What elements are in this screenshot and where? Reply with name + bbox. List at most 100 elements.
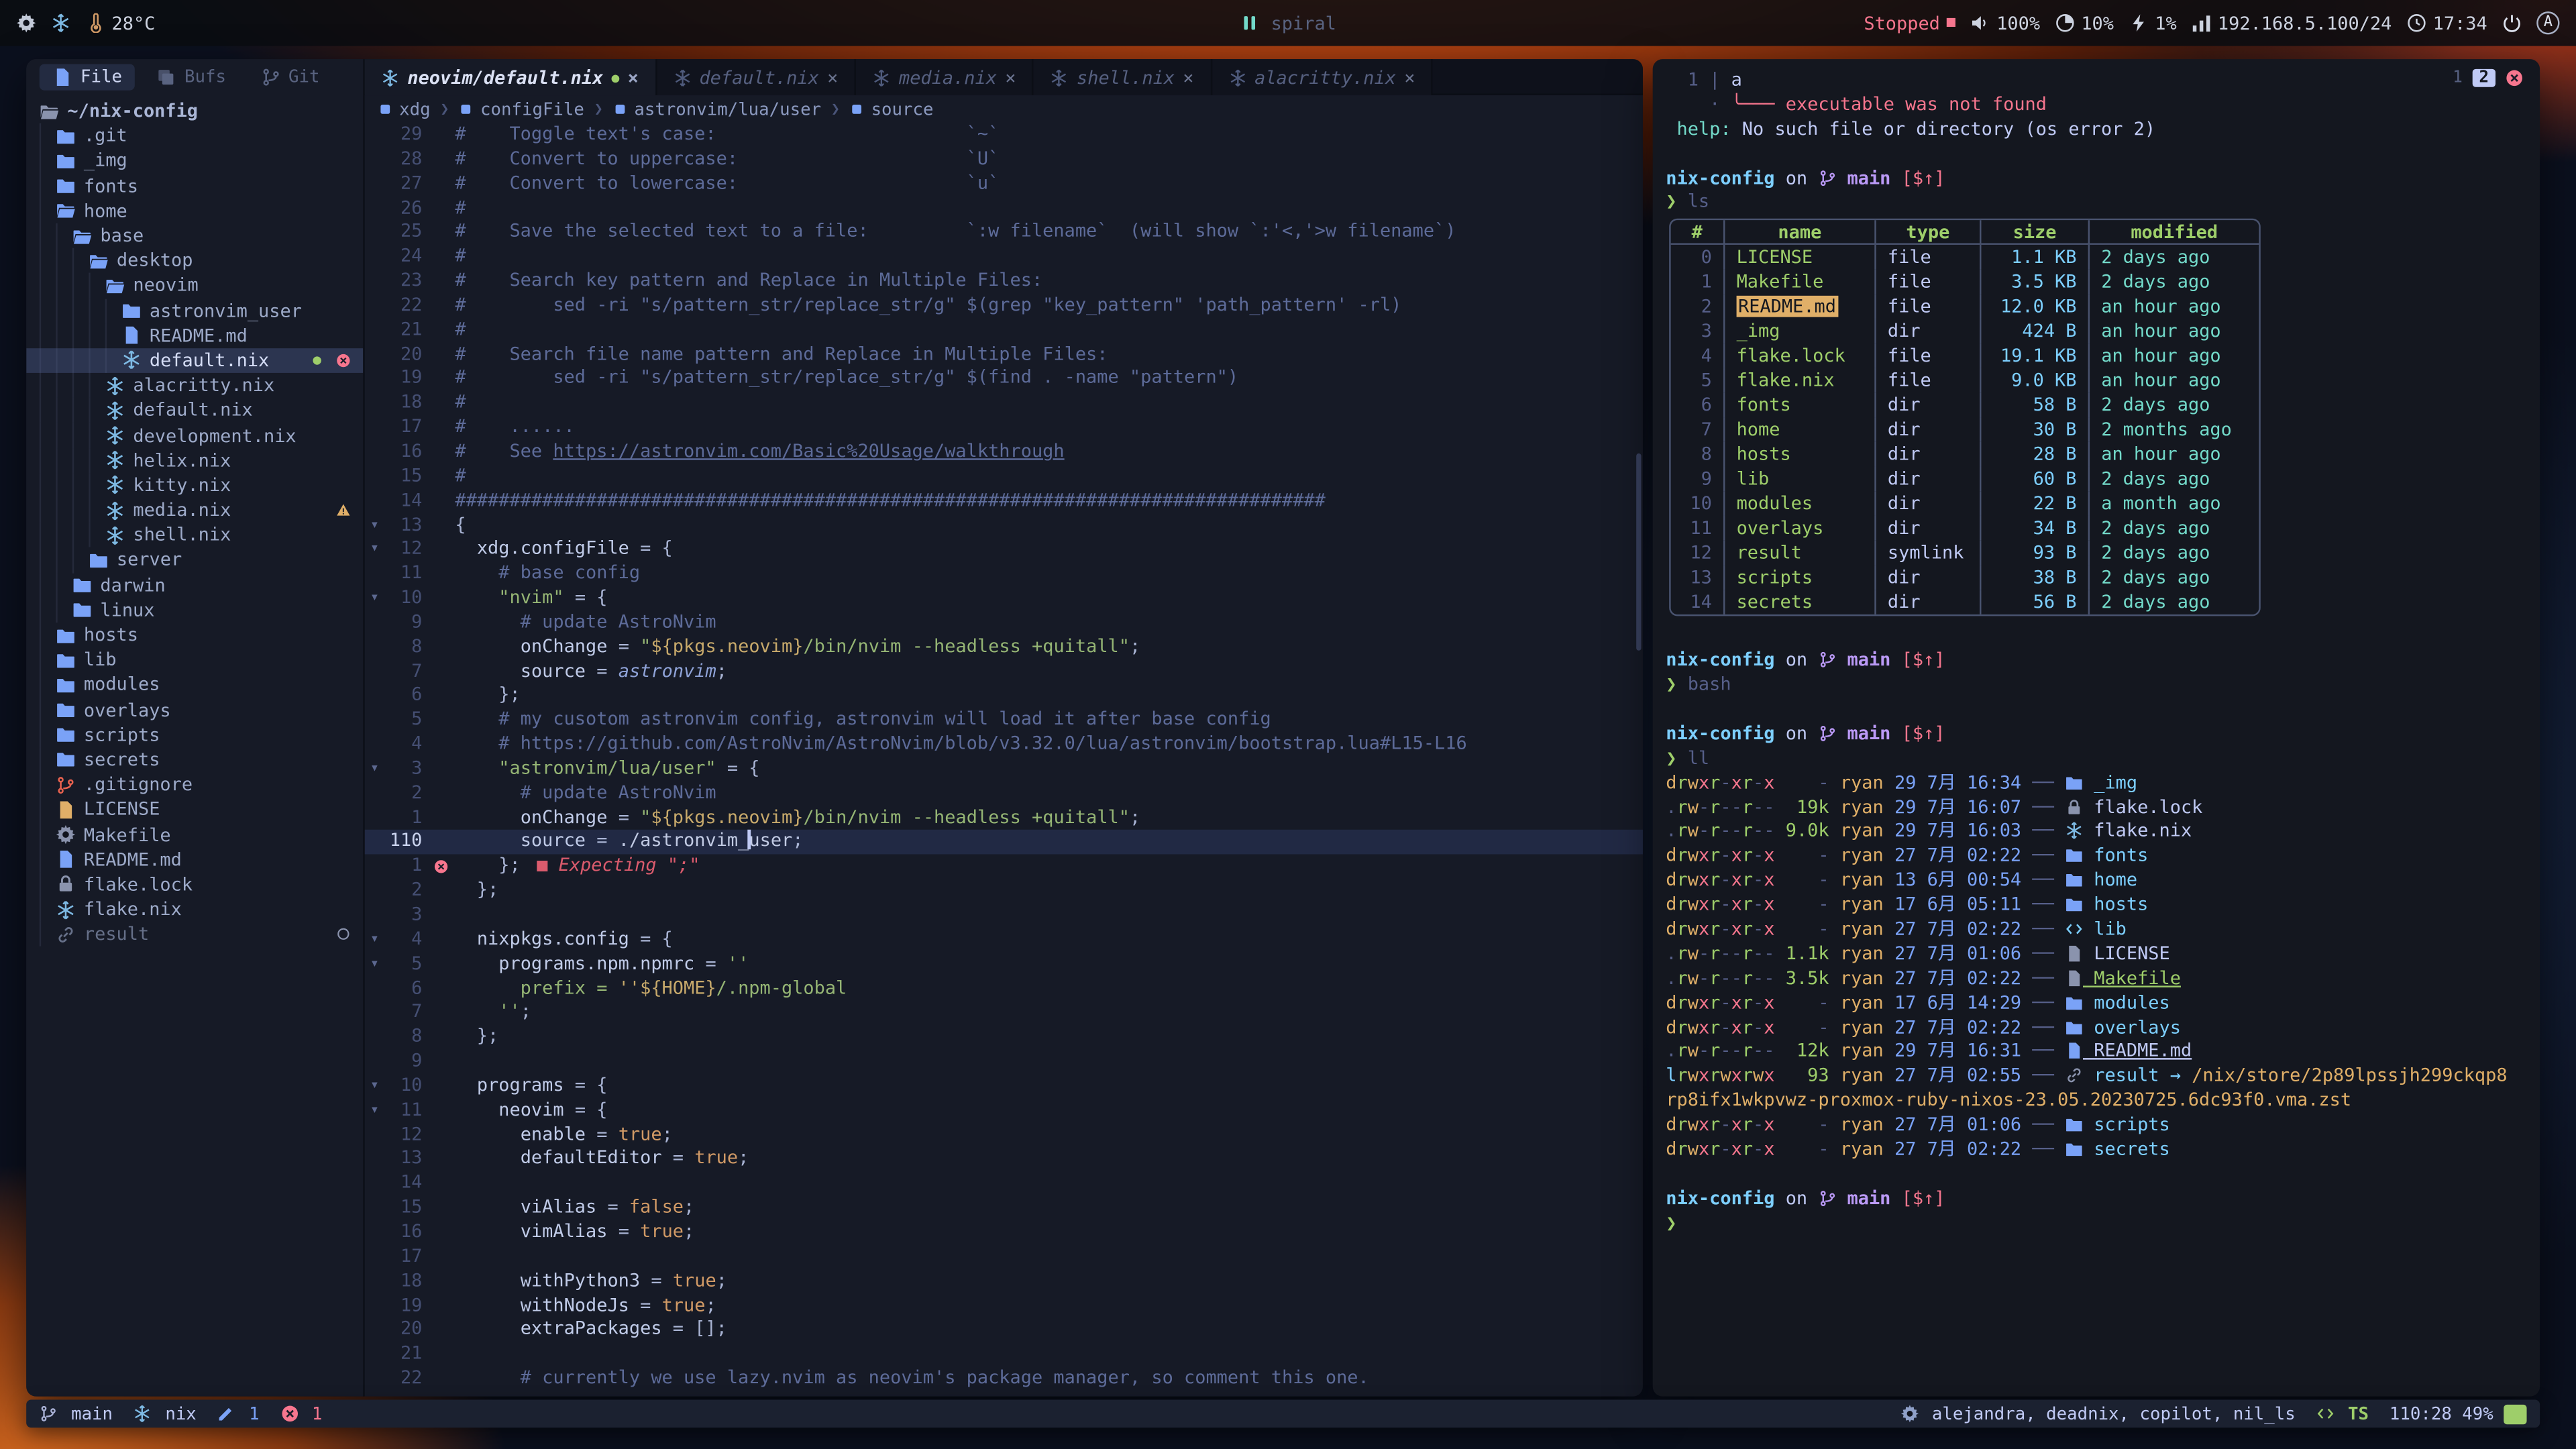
- tree-item[interactable]: desktop: [26, 248, 363, 273]
- tree-item[interactable]: darwin: [26, 573, 363, 598]
- tree-item[interactable]: neovim: [26, 273, 363, 298]
- tree-item[interactable]: shell.nix: [26, 523, 363, 547]
- fold-marker[interactable]: ▾: [365, 586, 384, 610]
- tree-item[interactable]: .gitignore: [26, 772, 363, 797]
- tree-item[interactable]: hosts: [26, 623, 363, 647]
- tree-item[interactable]: scripts: [26, 722, 363, 747]
- line-number: 4: [384, 928, 433, 952]
- tree-item[interactable]: default.nix: [26, 398, 363, 423]
- tree-tab-label: File: [80, 67, 122, 87]
- fold-marker[interactable]: ▾: [365, 928, 384, 952]
- tree-item[interactable]: overlays: [26, 698, 363, 722]
- table-cell: dir: [1874, 319, 1980, 344]
- code-line: 21#: [365, 318, 1643, 342]
- tree-item[interactable]: ~/nix-config: [26, 99, 363, 123]
- editor-tab[interactable]: media.nix×: [856, 59, 1034, 95]
- fold-marker[interactable]: ▾: [365, 953, 384, 977]
- tree-item[interactable]: kitty.nix: [26, 473, 363, 498]
- editor-buffer[interactable]: 29# Toggle text's case: `~`28# Convert t…: [365, 123, 1643, 1397]
- tree-item-label: modules: [84, 674, 160, 696]
- neovim-window[interactable]: File Bufs Git ~/nix-config.git_imgfontshom…: [26, 59, 1643, 1396]
- tree-item[interactable]: helix.nix: [26, 448, 363, 473]
- code-line: 29# Toggle text's case: `~`: [365, 123, 1643, 148]
- tab-close-icon[interactable]: ×: [1183, 66, 1193, 88]
- tree-item[interactable]: default.nix: [26, 348, 363, 373]
- indent-guide: [40, 498, 56, 523]
- tree-item[interactable]: lib: [26, 647, 363, 672]
- terminal-close-icon[interactable]: [2506, 69, 2524, 87]
- power-button[interactable]: [2502, 13, 2522, 33]
- fold-marker[interactable]: ▾: [365, 1099, 384, 1123]
- code-text: viAlias = false;: [455, 1196, 694, 1220]
- fold-marker[interactable]: ▾: [365, 513, 384, 537]
- tree-item[interactable]: linux: [26, 598, 363, 623]
- tree-item[interactable]: fonts: [26, 174, 363, 199]
- breadcrumb-item[interactable]: configFile: [459, 99, 584, 119]
- tab-close-icon[interactable]: ×: [1005, 66, 1016, 88]
- tree-item[interactable]: .git: [26, 123, 363, 148]
- snow-icon: [381, 68, 399, 87]
- tree-item[interactable]: Makefile: [26, 822, 363, 847]
- line-number: 18: [384, 392, 433, 416]
- tree-item-label: kitty.nix: [133, 475, 231, 496]
- line-number: 8: [384, 1026, 433, 1050]
- table-cell: 8: [1671, 443, 1723, 468]
- breadcrumb-item[interactable]: astronvim/lua/user: [613, 99, 822, 119]
- network-label: 192.168.5.100/24: [2218, 12, 2392, 34]
- tree-item[interactable]: development.nix: [26, 423, 363, 447]
- indent-guide: [105, 298, 121, 323]
- code-line: 11 # base config: [365, 562, 1643, 586]
- tree-item[interactable]: LICENSE: [26, 797, 363, 822]
- file-tree[interactable]: ~/nix-config.git_imgfontshomebasedesktop…: [26, 95, 363, 1397]
- tree-item[interactable]: alacritty.nix: [26, 373, 363, 398]
- tab-close-icon[interactable]: ×: [1404, 66, 1415, 88]
- editor-tab[interactable]: default.nix×: [657, 59, 857, 95]
- tab-close-icon[interactable]: ×: [827, 66, 838, 88]
- code-line: ▾11 neovim = {: [365, 1099, 1643, 1123]
- snow-icon: [121, 351, 141, 370]
- tree-item[interactable]: home: [26, 199, 363, 223]
- tree-item[interactable]: server: [26, 547, 363, 572]
- tree-tab-bufs[interactable]: Bufs: [144, 64, 239, 91]
- terminal-window[interactable]: 1 2 1 | a · ╰─── executable was not foun…: [1653, 59, 2540, 1396]
- breadcrumb-item[interactable]: source: [850, 99, 934, 119]
- tree-tab-file[interactable]: File: [40, 64, 136, 91]
- tree-item[interactable]: secrets: [26, 747, 363, 772]
- tree-item[interactable]: README.md: [26, 847, 363, 872]
- tree-item[interactable]: _img: [26, 148, 363, 173]
- gear-icon: [16, 13, 36, 33]
- table-cell: 30 B: [1980, 418, 2088, 443]
- tree-item[interactable]: media.nix: [26, 498, 363, 523]
- tree-item[interactable]: astronvim_user: [26, 298, 363, 323]
- tree-item[interactable]: result: [26, 922, 363, 947]
- tree-item[interactable]: base: [26, 223, 363, 248]
- code-text: #: [455, 197, 466, 221]
- tree-item[interactable]: modules: [26, 672, 363, 697]
- tab-close-icon[interactable]: ×: [628, 66, 639, 88]
- terminal-line: .rw-r--r-- 9.0k ryan 29 7月 16:03 ── flak…: [1666, 820, 2540, 845]
- code-text: #: [455, 318, 466, 342]
- terminal-tab-1[interactable]: 1: [2453, 69, 2463, 87]
- terminal-tab-2[interactable]: 2: [2473, 69, 2496, 87]
- table-cell: an hour ago: [2088, 443, 2259, 468]
- pause-icon[interactable]: [1240, 13, 1259, 33]
- table-cell: flake.lock: [1723, 344, 1874, 369]
- tree-item[interactable]: README.md: [26, 323, 363, 348]
- tree-item-label: development.nix: [133, 425, 296, 446]
- fold-marker[interactable]: ▾: [365, 1074, 384, 1098]
- editor-tab[interactable]: alacritty.nix×: [1212, 59, 1433, 95]
- tree-item-label: desktop: [117, 250, 193, 272]
- tree-tab-git[interactable]: Git: [248, 64, 333, 91]
- tree-item[interactable]: flake.lock: [26, 872, 363, 897]
- tree-item[interactable]: flake.nix: [26, 897, 363, 922]
- code-line: 26#: [365, 197, 1643, 221]
- fold-marker[interactable]: ▾: [365, 538, 384, 562]
- editor-tab[interactable]: neovim/default.nix●×: [365, 59, 657, 95]
- editor-tab[interactable]: shell.nix×: [1034, 59, 1212, 95]
- editor-scrollbar-thumb[interactable]: [1636, 453, 1641, 651]
- memory-widget: 1%: [2129, 12, 2177, 34]
- table-cell: fonts: [1723, 393, 1874, 418]
- user-badge[interactable]: A: [2536, 11, 2559, 34]
- breadcrumb-item[interactable]: xdg: [378, 99, 430, 119]
- fold-marker[interactable]: ▾: [365, 757, 384, 782]
